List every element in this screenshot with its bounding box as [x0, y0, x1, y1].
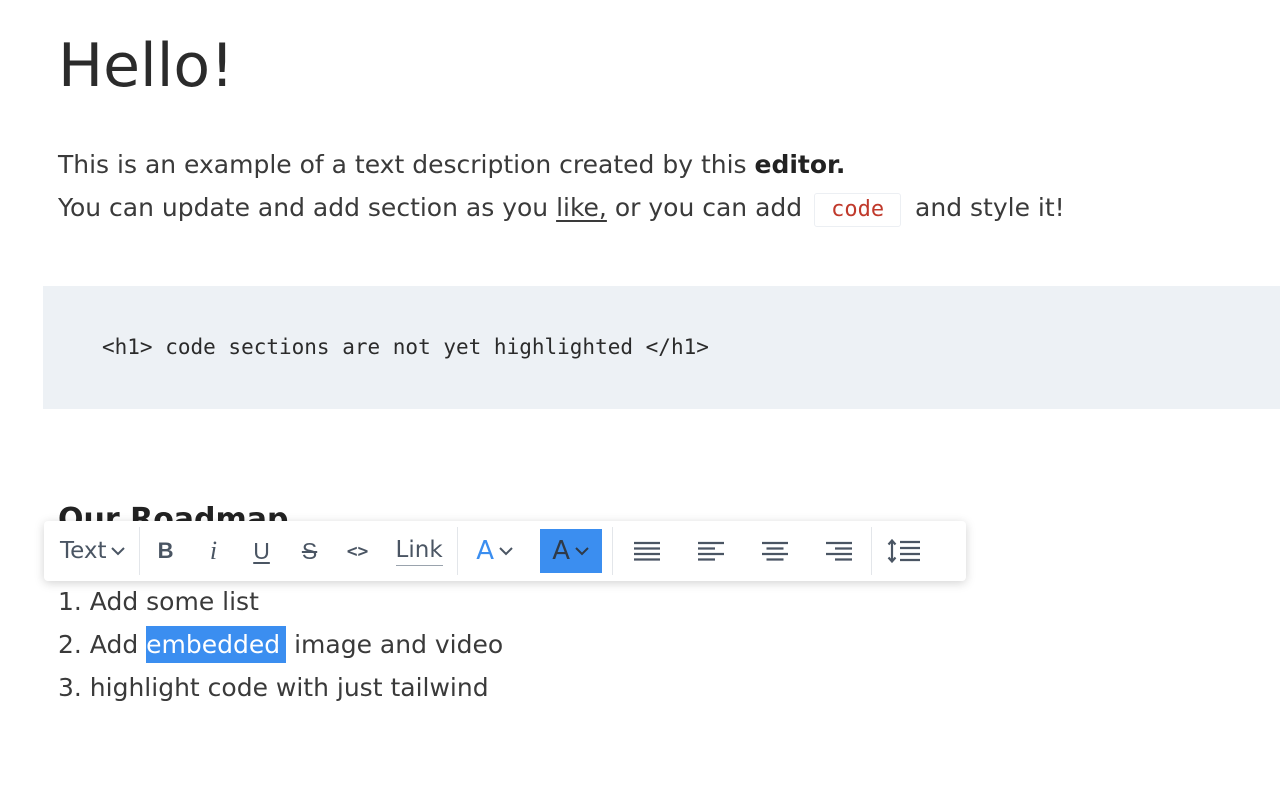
underlined-text: like, — [556, 193, 607, 222]
background-color-icon: A — [552, 536, 571, 566]
editor-page: Hello! This is an example of a text desc… — [0, 0, 1280, 794]
spacing-group — [872, 521, 932, 581]
align-left-icon — [697, 540, 725, 562]
align-right-button[interactable] — [807, 529, 871, 573]
link-label: Link — [395, 537, 443, 566]
text-style-dropdown[interactable]: Text — [44, 529, 139, 573]
chevron-down-icon — [575, 546, 589, 556]
align-justify-button[interactable] — [615, 529, 679, 573]
list-item[interactable]: 1. Add some list — [58, 580, 503, 623]
text-color-button[interactable]: A — [464, 529, 526, 573]
chevron-down-icon — [499, 546, 513, 556]
color-group: A A — [458, 521, 612, 581]
alignment-group — [613, 521, 871, 581]
align-left-button[interactable] — [679, 529, 743, 573]
bold-text: editor. — [754, 150, 846, 179]
code-block[interactable]: <h1> code sections are not yet highlight… — [43, 286, 1280, 409]
align-right-icon — [825, 540, 853, 562]
link-button[interactable]: Link — [382, 529, 457, 573]
text-style-label: Text — [60, 538, 107, 564]
inline-code: code — [814, 193, 902, 227]
list-item[interactable]: 2. Add embedded image and video — [58, 623, 503, 666]
page-title[interactable]: Hello! — [58, 28, 234, 104]
description-paragraph[interactable]: This is an example of a text description… — [58, 143, 1065, 229]
paragraph-text: You can update and add section as you — [58, 193, 557, 222]
text-color-icon: A — [476, 536, 495, 566]
paragraph-text: This is an example of a text description… — [58, 150, 755, 179]
code-button[interactable]: <> — [334, 529, 382, 573]
paragraph-text: and style it! — [907, 193, 1065, 222]
code-block-text: <h1> code sections are not yet highlight… — [102, 335, 709, 359]
list-item-text: 2. Add — [58, 630, 147, 659]
bold-button[interactable]: B — [142, 529, 190, 573]
list-item-text: 1. Add some list — [58, 587, 259, 616]
underline-button[interactable]: U — [238, 529, 286, 573]
line-height-icon — [887, 538, 921, 564]
paragraph-line-1: This is an example of a text description… — [58, 143, 1065, 186]
italic-button[interactable]: i — [190, 529, 238, 573]
list-item-text: 3. highlight code with just tailwind — [58, 673, 489, 702]
selected-text[interactable]: embedded — [146, 626, 287, 663]
align-center-button[interactable] — [743, 529, 807, 573]
list-item-text: image and video — [286, 630, 504, 659]
section-heading[interactable]: Our Roadmap — [58, 500, 289, 522]
formatting-toolbar: Text B i U S <> Link A A — [44, 521, 966, 581]
align-center-icon — [761, 540, 789, 562]
line-height-button[interactable] — [876, 529, 932, 573]
inline-format-group: B i U S <> Link — [140, 521, 457, 581]
list-item[interactable]: 3. highlight code with just tailwind — [58, 666, 503, 709]
background-color-button[interactable]: A — [539, 529, 602, 573]
chevron-down-icon — [110, 546, 125, 556]
paragraph-line-2: You can update and add section as you li… — [58, 186, 1065, 229]
text-style-group: Text — [44, 521, 139, 581]
strikethrough-button[interactable]: S — [286, 529, 334, 573]
ordered-list[interactable]: 1. Add some list 2. Add embedded image a… — [58, 580, 503, 709]
align-justify-icon — [633, 540, 661, 562]
paragraph-text: or you can add — [606, 193, 811, 222]
